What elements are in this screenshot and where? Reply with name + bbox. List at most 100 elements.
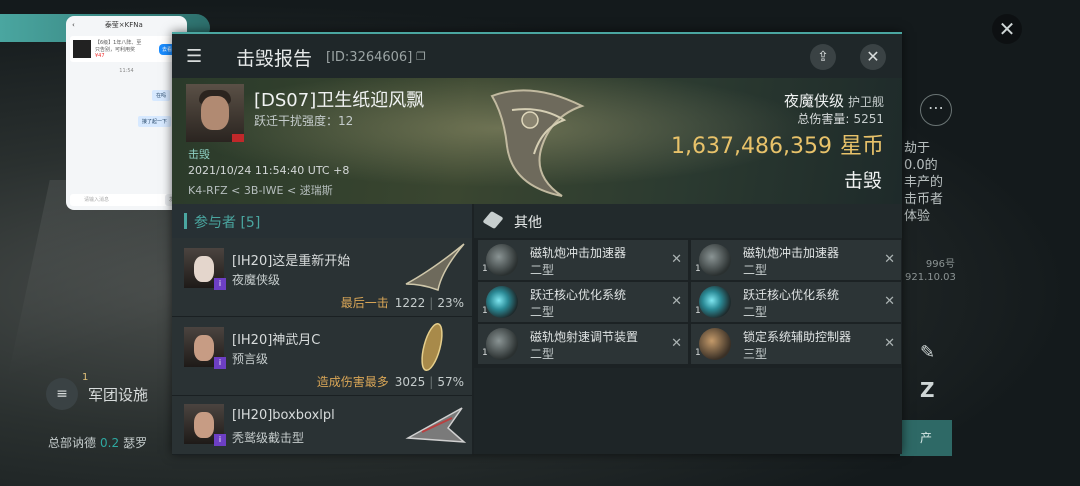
separator: | (429, 296, 434, 310)
kill-location[interactable]: K4-RFZ < 3B-IWE < 逑瑞斯 (188, 182, 333, 198)
menu-icon: ≡ (46, 378, 78, 410)
item-quantity: 1 (695, 264, 701, 274)
isk-value: 1,637,486,359 星币 (671, 128, 884, 160)
item-meta: 二型 (530, 305, 555, 319)
victim-name[interactable]: [DS07]卫生纸迎风飘 (254, 86, 424, 112)
victim-jam-strength: 跃迁干扰强度：12 (254, 114, 354, 128)
product-card[interactable]: 【6级】1年八阵、至只告别，可利用奖 ¥47 去看看 (70, 36, 183, 62)
participant-tag: 造成伤害最多 (316, 375, 389, 389)
isk-unit: 星币 (839, 134, 884, 159)
railgun-icon (486, 244, 518, 276)
others-header: 其他 (474, 204, 902, 238)
sleep-icon[interactable]: Z (920, 378, 935, 402)
chat-message: 在吗 (152, 90, 171, 101)
phone-topbar: ‹ 泰莹×KFNa (66, 16, 187, 34)
participant-avatar[interactable]: i (184, 327, 226, 369)
ship-type: 护卫舰 (847, 95, 884, 109)
participant-avatar[interactable]: i (184, 248, 226, 290)
participant-row[interactable]: i [IH20]神武月C 预言级 造成伤害最多 3025 | 57% (172, 317, 472, 396)
separator: | (429, 375, 434, 389)
targeting-module-icon (699, 328, 731, 360)
participant-name: [IH20]神武月C (232, 333, 321, 348)
victim-ship-image[interactable] (472, 78, 612, 204)
side-promo-text: 劫于0.0的丰产的击币者体验 (904, 141, 944, 224)
item-name: 跃迁核心优化系统 (743, 288, 840, 302)
item-meta: 二型 (530, 263, 555, 277)
participant-ship-image (405, 407, 467, 443)
participant-stats: 最后一击 1222 | 23% (341, 294, 464, 311)
item-row[interactable]: 1 磁轨炮冲击加速器 二型 ✕ (478, 240, 688, 280)
phone-chat-overlay[interactable]: ‹ 泰莹×KFNa 【6级】1年八阵、至只告别，可利用奖 ¥47 去看看 11:… (66, 16, 187, 210)
item-quantity: 1 (695, 348, 701, 358)
participant-ship: 秃鹫级截击型 (232, 431, 305, 445)
item-row[interactable]: 1 锁定系统辅助控制器 三型 ✕ (691, 324, 901, 364)
remove-icon[interactable]: ✕ (671, 336, 682, 351)
item-name: 磁轨炮射速调节装置 (530, 330, 639, 344)
item-quantity: 1 (695, 306, 701, 316)
item-row[interactable]: 1 磁轨炮冲击加速器 二型 ✕ (691, 240, 901, 280)
side-action-button[interactable]: 产 (900, 420, 952, 456)
participant-avatar[interactable]: i (184, 404, 226, 446)
remove-icon[interactable]: ✕ (671, 252, 682, 267)
hq-security: 0.2 (100, 436, 120, 450)
header-accent (184, 213, 187, 229)
victim-avatar[interactable] (186, 84, 244, 142)
chat-title: 泰莹×KFNa (104, 21, 143, 29)
item-name: 磁轨炮冲击加速器 (743, 246, 840, 260)
remove-icon[interactable]: ✕ (884, 252, 895, 267)
product-price: ¥47 (95, 53, 105, 59)
victim-ship-class: 夜魔侠级 护卫舰 (784, 90, 884, 111)
items-empty-area (474, 368, 902, 454)
menu-icon[interactable]: ☰ (186, 46, 202, 67)
participant-row[interactable]: i [IH20]这是重新开始 夜魔侠级 最后一击 1222 | 23% (172, 238, 472, 317)
isk-amount: 1,637,486,359 (671, 134, 832, 159)
participant-name: [IH20]boxboxlpl (232, 408, 335, 423)
hq-info: 总部讷德 0.2 瑟罗 (48, 434, 147, 451)
copy-icon[interactable]: ❐ (416, 50, 426, 63)
item-quantity: 1 (482, 306, 488, 316)
close-icon[interactable]: ✕ (992, 14, 1022, 44)
panel-title: 击毁报告 (236, 48, 313, 70)
item-name: 跃迁核心优化系统 (530, 288, 627, 302)
others-title: 其他 (514, 215, 542, 231)
badge-icon: i (214, 278, 226, 290)
participant-ship: 夜魔侠级 (232, 273, 281, 287)
corp-count: 1 (82, 372, 89, 383)
item-meta: 二型 (743, 263, 768, 277)
participants-header: 参与者 [5] (172, 204, 472, 238)
participant-row[interactable]: i [IH20]boxboxlpl 秃鹫级截击型 (172, 396, 472, 455)
product-thumbnail (73, 40, 91, 58)
item-row[interactable]: 1 跃迁核心优化系统 二型 ✕ (691, 282, 901, 322)
item-row[interactable]: 1 跃迁核心优化系统 二型 ✕ (478, 282, 688, 322)
product-text: 【6级】1年八阵、至只告别，可利用奖 (95, 40, 142, 53)
kill-label: 击毁 (188, 148, 210, 161)
participant-ship-image (405, 243, 465, 292)
panel-header: ☰ 击毁报告 [ID:3264606] ❐ ⇪ ✕ (172, 32, 902, 78)
close-icon[interactable]: ✕ (860, 44, 886, 70)
participant-damage: 1222 (394, 296, 426, 310)
total-damage: 总伤害量: 5251 (797, 110, 884, 127)
kill-status: 击毁 (843, 170, 882, 192)
item-name: 锁定系统辅助控制器 (743, 330, 852, 344)
item-quantity: 1 (482, 348, 488, 358)
remove-icon[interactable]: ✕ (884, 294, 895, 309)
avatar-face (194, 335, 214, 361)
share-icon[interactable]: ⇪ (810, 44, 836, 70)
chat-input[interactable]: 请输入消息 (70, 194, 170, 206)
more-icon[interactable]: ⋯ (920, 94, 952, 126)
side-small-text: 996号 921.10.03 (905, 259, 956, 283)
participant-name: [IH20]这是重新开始 (232, 254, 351, 269)
remove-icon[interactable]: ✕ (884, 336, 895, 351)
edit-icon[interactable]: ✎ (920, 342, 935, 363)
item-row[interactable]: 1 磁轨炮射速调节装置 二型 ✕ (478, 324, 688, 364)
damage-label: 总伤害量: (797, 112, 850, 126)
back-icon[interactable]: ‹ (72, 21, 75, 29)
remove-icon[interactable]: ✕ (671, 294, 682, 309)
cube-icon (482, 211, 504, 229)
avatar-face (194, 412, 214, 438)
participants-title: 参与者 [5] (194, 215, 261, 231)
avatar-face (201, 96, 229, 130)
participant-ship: 预言级 (232, 352, 269, 366)
corp-facilities-menu[interactable]: ≡ 1 军团设施 (46, 372, 148, 410)
ship-class-name: 夜魔侠级 (783, 92, 844, 110)
